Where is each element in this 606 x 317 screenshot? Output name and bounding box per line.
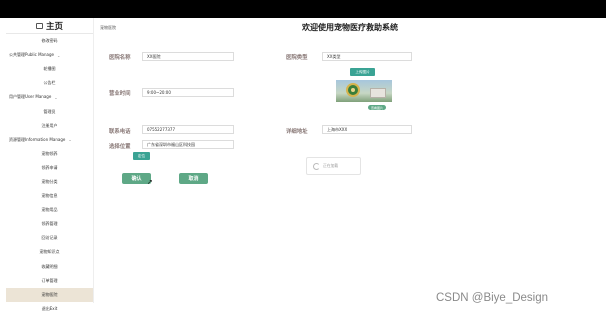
sidebar-menu: 修改密码 公共管理Public Manage ⌄ 轮播图 公告栏 用户管理User Man… bbox=[6, 34, 93, 316]
sidebar-item[interactable]: 宠物分类 bbox=[6, 175, 93, 189]
sidebar-item[interactable]: 宠物医院 bbox=[6, 287, 93, 302]
cancel-button[interactable]: 取消 bbox=[179, 173, 208, 184]
sidebar-item[interactable]: 回访记录 bbox=[6, 231, 93, 245]
sidebar-item-label: 宠物分类 bbox=[41, 178, 58, 184]
hospital-logo-image bbox=[346, 83, 360, 97]
location-input[interactable]: 广东省深圳市福山区科技园 bbox=[142, 140, 234, 149]
hospital-type-input[interactable]: XX类型 bbox=[322, 52, 412, 61]
sidebar-item[interactable]: 订单管理 bbox=[6, 274, 93, 288]
sidebar-item[interactable]: 资源管理Information Manage ⌄ bbox=[6, 133, 93, 147]
sidebar-item[interactable]: 轮播图 bbox=[6, 62, 93, 76]
home-icon bbox=[35, 22, 43, 29]
sidebar-title: 主页 bbox=[45, 21, 63, 32]
sidebar-item-label: 领养申请 bbox=[41, 164, 58, 170]
business-hours-label: 营业时间 bbox=[109, 91, 131, 97]
phone-input[interactable]: 07552277377 bbox=[142, 125, 234, 134]
hospital-name-label: 医院名称 bbox=[109, 55, 131, 61]
sidebar: 主页 修改密码 公共管理Public Manage ⌄ 轮播图 公告栏 用户管理User … bbox=[6, 18, 94, 311]
sidebar-item[interactable]: 领养管理 bbox=[6, 217, 93, 231]
hospital-type-label: 医院类型 bbox=[286, 55, 308, 61]
sidebar-item-label: 公告栏 bbox=[43, 80, 56, 86]
sidebar-item-label: 回访记录 bbox=[41, 235, 58, 241]
page-title: 欢迎使用宠物医疗救助系统 bbox=[302, 23, 398, 32]
sidebar-item[interactable]: 宠物知识点 bbox=[6, 245, 93, 259]
sidebar-item-label: 宠物信息 bbox=[41, 193, 58, 199]
locate-button[interactable]: 定位 bbox=[133, 152, 150, 160]
sidebar-item-label: 宠物用品 bbox=[41, 207, 58, 213]
sidebar-item[interactable]: 领养申请 bbox=[6, 161, 93, 175]
address-label: 详细地址 bbox=[286, 129, 308, 135]
sidebar-item[interactable]: 公告栏 bbox=[6, 76, 93, 90]
sidebar-item-label: 资源管理Information Manage bbox=[9, 136, 66, 142]
captcha-text: 正在加载 bbox=[323, 163, 339, 168]
sidebar-item[interactable]: 宠物用品 bbox=[6, 203, 93, 217]
phone-label: 联系电话 bbox=[109, 129, 131, 135]
chevron-down-icon: ⌄ bbox=[57, 52, 61, 58]
sidebar-item-label: 用户管理User Manage bbox=[9, 94, 52, 100]
sidebar-item[interactable]: 用户管理User Manage ⌄ bbox=[6, 90, 93, 104]
header: 宠物医院 欢迎使用宠物医疗救助系统 bbox=[94, 18, 606, 36]
sidebar-item-label: 注册用户 bbox=[41, 122, 58, 128]
sidebar-item[interactable]: 公共管理Public Manage ⌄ bbox=[6, 48, 93, 62]
sidebar-item[interactable]: 宠物信息 bbox=[6, 189, 93, 203]
sidebar-item-label: 宠物医院 bbox=[41, 291, 58, 297]
business-hours-input[interactable]: 9:00~20:00 bbox=[142, 88, 234, 97]
sidebar-item-label: 公共管理Public Manage bbox=[9, 52, 54, 58]
captcha-widget[interactable]: 正在加载 bbox=[306, 157, 361, 175]
chevron-down-icon: ⌄ bbox=[68, 137, 72, 143]
sidebar-home-header[interactable]: 主页 bbox=[6, 18, 93, 34]
watermark: CSDN @Biye_Design bbox=[436, 292, 549, 304]
sidebar-item[interactable]: 修改密码 bbox=[6, 34, 93, 48]
chevron-down-icon: ⌄ bbox=[54, 94, 58, 100]
loading-spinner-icon bbox=[313, 162, 320, 170]
hospital-name-input[interactable]: XX医院 bbox=[142, 52, 234, 61]
sidebar-item-label: 修改密码 bbox=[41, 38, 58, 44]
sidebar-item-label: 管理员 bbox=[43, 108, 56, 114]
location-label: 选择位置 bbox=[109, 144, 131, 150]
upload-image-button[interactable]: 上传图片 bbox=[350, 68, 375, 76]
sidebar-item[interactable]: 宠物领养 bbox=[6, 147, 93, 161]
sidebar-item[interactable]: 退出Exit bbox=[6, 302, 93, 316]
address-input[interactable]: 上海市XXX bbox=[322, 125, 412, 134]
sidebar-item[interactable]: 注册用户 bbox=[6, 119, 93, 133]
image-badge[interactable]: 查看图片 bbox=[368, 105, 387, 110]
sidebar-item-label: 宠物领养 bbox=[41, 150, 58, 156]
sidebar-item[interactable]: 管理员 bbox=[6, 104, 93, 118]
sidebar-item[interactable]: 收藏明细 bbox=[6, 260, 93, 274]
building-image bbox=[370, 88, 386, 98]
sidebar-item-label: 宠物知识点 bbox=[39, 249, 60, 255]
mouse-cursor-icon: ➚ bbox=[147, 178, 153, 186]
sidebar-item-label: 收藏明细 bbox=[41, 263, 58, 269]
top-black-bar bbox=[0, 0, 606, 18]
sidebar-item-label: 轮播图 bbox=[43, 66, 56, 72]
sidebar-item-label: 订单管理 bbox=[41, 277, 58, 283]
sidebar-item-label: 退出Exit bbox=[41, 305, 58, 311]
hospital-image-preview[interactable] bbox=[336, 80, 392, 102]
hospital-form: 医院名称 XX医院 医院类型 XX类型 上传图片 查看图片 营业时间 9:00~… bbox=[94, 36, 606, 303]
sidebar-item-label: 领养管理 bbox=[41, 221, 58, 227]
